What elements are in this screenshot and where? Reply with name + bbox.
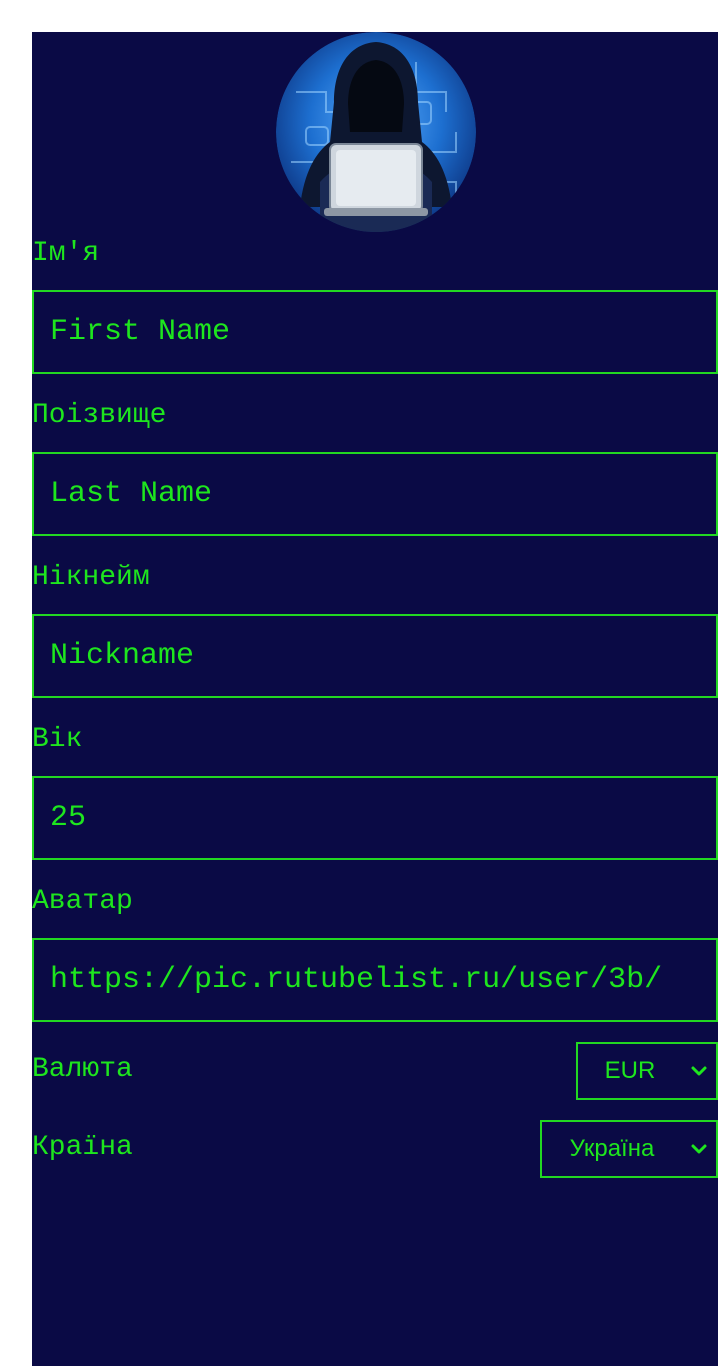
avatar bbox=[276, 32, 476, 232]
currency-select-value: EUR bbox=[604, 1057, 656, 1084]
age-label: Вік bbox=[32, 724, 83, 755]
nickname-label: Нікнейм bbox=[32, 562, 150, 593]
country-select-value: Україна bbox=[569, 1135, 655, 1162]
country-select[interactable]: Україна bbox=[540, 1120, 718, 1178]
last-name-input[interactable] bbox=[32, 452, 718, 536]
currency-label: Валюта bbox=[32, 1054, 133, 1085]
age-input[interactable] bbox=[32, 776, 718, 860]
first-name-input[interactable] bbox=[32, 290, 718, 374]
first-name-label: Ім'я bbox=[32, 238, 100, 269]
profile-form-panel: Ім'я Поізвище Нікнейм Вік Аватар Валюта … bbox=[32, 32, 718, 1366]
nickname-input[interactable] bbox=[32, 614, 718, 698]
chevron-down-icon bbox=[691, 1144, 707, 1154]
chevron-down-icon bbox=[691, 1066, 707, 1076]
avatar-url-input[interactable] bbox=[32, 938, 718, 1022]
country-label: Країна bbox=[32, 1132, 133, 1163]
hacker-avatar-image bbox=[276, 32, 476, 232]
currency-select[interactable]: EUR bbox=[576, 1042, 718, 1100]
last-name-label: Поізвище bbox=[32, 400, 167, 431]
avatar-url-label: Аватар bbox=[32, 886, 133, 917]
